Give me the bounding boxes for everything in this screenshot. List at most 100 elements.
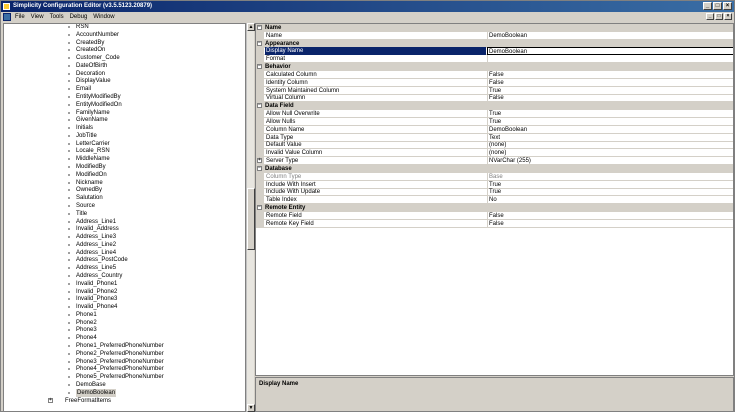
property-value[interactable]: True bbox=[487, 110, 733, 119]
menu-view[interactable]: View bbox=[31, 12, 44, 22]
category-header[interactable]: − Database bbox=[256, 164, 733, 173]
property-row[interactable]: Include With Update True bbox=[256, 188, 733, 197]
tree-line-icon bbox=[68, 282, 70, 285]
tree-line-icon bbox=[68, 329, 70, 332]
property-row[interactable]: Virtual Column False bbox=[256, 94, 733, 103]
property-value[interactable]: False bbox=[487, 78, 733, 87]
property-value[interactable]: DemoBoolean bbox=[487, 31, 733, 40]
window-title: Simplicity Configuration Editor (v3.5.51… bbox=[13, 3, 153, 9]
collapse-minus-icon[interactable]: − bbox=[257, 165, 262, 171]
tree-line-icon bbox=[68, 26, 70, 28]
row-gutter bbox=[256, 172, 264, 181]
property-name: Server Type bbox=[266, 158, 299, 165]
entity-tree[interactable]: RSN AccountNumber CreatedBy CreatedOn Custom… bbox=[3, 23, 246, 412]
mdi-close-button[interactable]: × bbox=[724, 13, 732, 20]
row-gutter bbox=[256, 31, 264, 40]
property-value[interactable]: False bbox=[487, 70, 733, 79]
property-value[interactable] bbox=[487, 55, 733, 64]
tree-line-icon bbox=[68, 267, 70, 270]
tree-line-icon bbox=[68, 251, 70, 254]
maximize-button[interactable]: □ bbox=[713, 2, 722, 10]
category-header[interactable]: − Name bbox=[256, 24, 733, 32]
property-row[interactable]: Invalid Value Column (none) bbox=[256, 149, 733, 158]
collapse-minus-icon[interactable]: − bbox=[257, 103, 262, 109]
property-value[interactable]: DemoBoolean bbox=[487, 125, 733, 134]
scroll-up-arrow-icon[interactable]: ▲ bbox=[247, 23, 255, 31]
tree-scrollbar[interactable]: ▲ ▼ bbox=[246, 23, 255, 412]
property-value[interactable]: False bbox=[487, 211, 733, 220]
menu-debug[interactable]: Debug bbox=[70, 12, 88, 22]
tree-line-icon bbox=[68, 298, 70, 301]
tree-line-icon bbox=[68, 391, 70, 394]
property-row[interactable]: + Server Type NVarChar (255) bbox=[256, 157, 733, 166]
expand-plus-icon[interactable]: + bbox=[48, 398, 53, 404]
row-gutter bbox=[256, 86, 264, 95]
collapse-minus-icon[interactable]: − bbox=[257, 25, 262, 30]
description-panel: Display Name bbox=[255, 377, 734, 412]
property-row[interactable]: Table Index No bbox=[256, 196, 733, 205]
property-row[interactable]: Data Type Text bbox=[256, 133, 733, 142]
property-row[interactable]: Column Name DemoBoolean bbox=[256, 125, 733, 134]
property-name: Table Index bbox=[266, 197, 297, 204]
tree-line-icon bbox=[68, 368, 70, 371]
tree-line-icon bbox=[68, 204, 70, 207]
property-row[interactable]: Remote Field False bbox=[256, 211, 733, 220]
property-row[interactable]: Name DemoBoolean bbox=[256, 31, 733, 40]
property-row[interactable]: System Maintained Column True bbox=[256, 86, 733, 95]
scroll-thumb[interactable] bbox=[247, 188, 255, 250]
expand-plus-icon[interactable]: + bbox=[257, 158, 262, 164]
property-row[interactable]: Format bbox=[256, 55, 733, 64]
property-row[interactable]: Identity Column False bbox=[256, 78, 733, 87]
property-value[interactable]: No bbox=[487, 196, 733, 205]
collapse-minus-icon[interactable]: − bbox=[257, 40, 262, 46]
property-row[interactable]: Allow Null Overwrite True bbox=[256, 110, 733, 119]
property-value[interactable]: True bbox=[487, 188, 733, 197]
property-row[interactable]: Display Name DemoBoolean bbox=[256, 47, 733, 56]
mdi-restore-button[interactable]: □ bbox=[715, 13, 723, 20]
property-row[interactable]: Default Value (none) bbox=[256, 141, 733, 150]
close-button[interactable]: × bbox=[723, 2, 732, 10]
menu-tools[interactable]: Tools bbox=[50, 12, 64, 22]
app-icon bbox=[3, 3, 10, 10]
property-value[interactable]: (none) bbox=[487, 141, 733, 150]
title-bar: Simplicity Configuration Editor (v3.5.51… bbox=[1, 1, 734, 12]
menu-file[interactable]: File bbox=[15, 12, 25, 22]
category-header[interactable]: − Appearance bbox=[256, 39, 733, 48]
property-value[interactable]: True bbox=[487, 180, 733, 189]
tree-line-icon bbox=[68, 173, 70, 176]
menu-window[interactable]: Window bbox=[93, 12, 114, 22]
row-gutter bbox=[256, 47, 264, 56]
property-row[interactable]: Include With Insert True bbox=[256, 180, 733, 189]
property-name: Display Name bbox=[265, 47, 486, 56]
property-row[interactable]: Column Type Base bbox=[256, 172, 733, 181]
scroll-down-arrow-icon[interactable]: ▼ bbox=[247, 404, 255, 412]
tree-line-icon bbox=[68, 274, 70, 277]
property-value-editor[interactable]: DemoBoolean bbox=[487, 47, 733, 56]
category-header[interactable]: − Data Field bbox=[256, 102, 733, 111]
property-row[interactable]: Remote Key Field False bbox=[256, 219, 733, 228]
tree-line-icon bbox=[68, 337, 70, 340]
property-value[interactable]: True bbox=[487, 86, 733, 95]
property-value[interactable]: False bbox=[487, 219, 733, 228]
property-name: Allow Null Overwrite bbox=[266, 111, 320, 118]
property-value[interactable]: False bbox=[487, 94, 733, 103]
property-value[interactable]: Text bbox=[487, 133, 733, 142]
property-grid[interactable]: − Name Name DemoBoolean − Appearance Display N… bbox=[255, 23, 734, 376]
collapse-minus-icon[interactable]: − bbox=[257, 64, 262, 70]
collapse-minus-icon[interactable]: − bbox=[257, 205, 262, 211]
minimize-button[interactable]: _ bbox=[703, 2, 712, 10]
category-header[interactable]: − Remote Entity bbox=[256, 204, 733, 213]
row-gutter bbox=[256, 94, 264, 103]
property-row[interactable]: Calculated Column False bbox=[256, 70, 733, 79]
property-value[interactable]: (none) bbox=[487, 149, 733, 158]
property-value[interactable]: True bbox=[487, 117, 733, 126]
property-value[interactable]: NVarChar (255) bbox=[487, 157, 733, 166]
property-value[interactable]: Base bbox=[487, 172, 733, 181]
tree-line-icon bbox=[68, 57, 70, 60]
tree-line-icon bbox=[68, 119, 70, 122]
property-name: Column Name bbox=[266, 126, 305, 133]
property-name: Name bbox=[266, 32, 283, 39]
property-row[interactable]: Allow Nulls True bbox=[256, 117, 733, 126]
mdi-minimize-button[interactable]: _ bbox=[706, 13, 714, 20]
category-header[interactable]: − Behavior bbox=[256, 63, 733, 72]
